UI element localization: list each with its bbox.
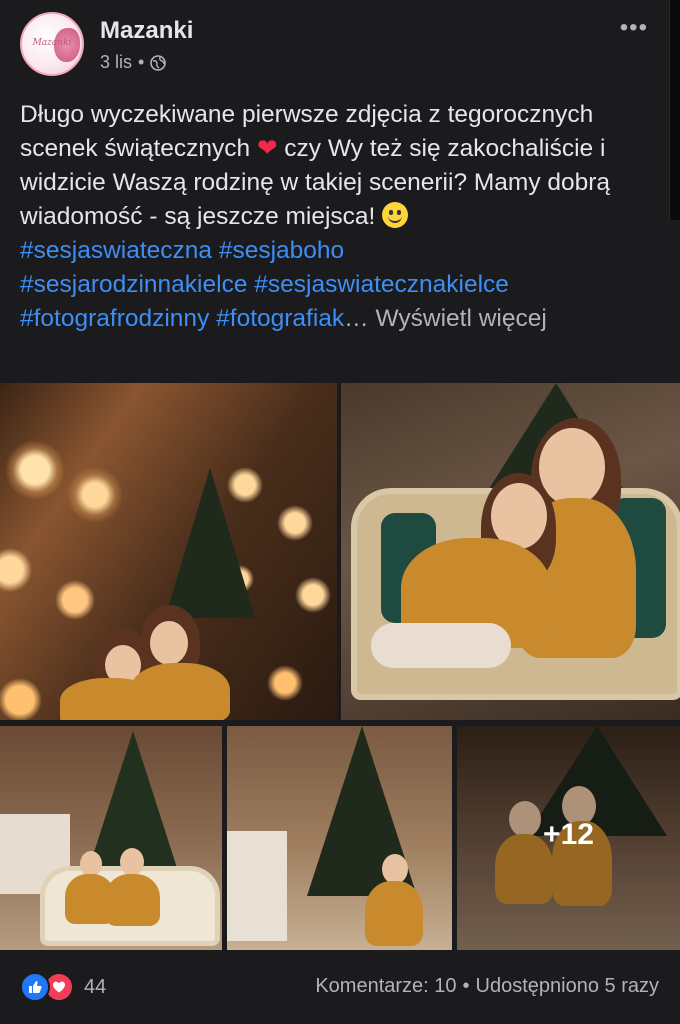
more-photos-count[interactable]: +12: [457, 818, 680, 852]
stats-separator: •: [462, 975, 470, 997]
christmas-tree: [165, 468, 255, 618]
post-card: Mazanki Mazanki 3 lis • ••• Długo wyczek…: [0, 0, 680, 1024]
hashtag-link[interactable]: #sesjarodzinnakielce: [20, 271, 247, 298]
reaction-count: 44: [84, 975, 107, 998]
like-reaction-icon: [20, 972, 50, 1002]
avatar-logo-text: Mazanki: [32, 38, 72, 48]
post-photo-1[interactable]: [0, 383, 337, 720]
child-face: [150, 621, 188, 665]
child-sweater: [365, 881, 423, 946]
post-photo-2[interactable]: [341, 383, 680, 720]
fireplace: [227, 831, 287, 941]
child-face: [539, 428, 605, 506]
smile-emoji-icon: [382, 202, 409, 228]
page-name[interactable]: Mazanki: [100, 17, 193, 45]
shares-count[interactable]: Udostępniono 5 razy: [476, 975, 659, 997]
child-face: [382, 854, 408, 884]
page-avatar[interactable]: Mazanki: [20, 12, 84, 76]
child-sweater: [130, 663, 230, 720]
post-meta: 3 lis •: [100, 52, 167, 73]
more-options-icon[interactable]: •••: [620, 14, 648, 42]
see-more-link[interactable]: Wyświetl więcej: [375, 305, 546, 332]
heart-emoji: ❤: [256, 135, 278, 162]
post-footer: 44 Komentarze: 10 • Udostępniono 5 razy: [0, 960, 680, 1014]
post-time[interactable]: 3 lis: [100, 52, 132, 73]
meta-separator: •: [138, 52, 145, 72]
engagement-stats: Komentarze: 10 • Udostępniono 5 razy: [315, 975, 659, 998]
ellipsis: …: [344, 305, 369, 332]
comments-count[interactable]: Komentarze: 10: [315, 975, 456, 997]
scroll-edge: [669, 0, 680, 220]
hashtag-link[interactable]: #sesjaswiateczna: [20, 237, 212, 264]
globe-icon: [150, 54, 167, 71]
hashtag-link[interactable]: #sesjaswiatecznakielce: [254, 271, 509, 298]
post-photo-4[interactable]: [227, 726, 452, 950]
child-face: [120, 848, 144, 876]
hashtag-link[interactable]: #fotografiak: [216, 305, 344, 332]
hashtag-link[interactable]: #sesjaboho: [219, 237, 344, 264]
knee-socks: [371, 623, 511, 668]
reactions-summary[interactable]: 44: [20, 972, 106, 1002]
hashtag-link[interactable]: #fotografrodzinny: [20, 305, 209, 332]
child-sweater: [105, 874, 160, 926]
post-photo-5[interactable]: +12: [457, 726, 680, 950]
post-photo-3[interactable]: [0, 726, 222, 950]
post-text: Długo wyczekiwane pierwsze zdjęcia z teg…: [20, 98, 660, 336]
